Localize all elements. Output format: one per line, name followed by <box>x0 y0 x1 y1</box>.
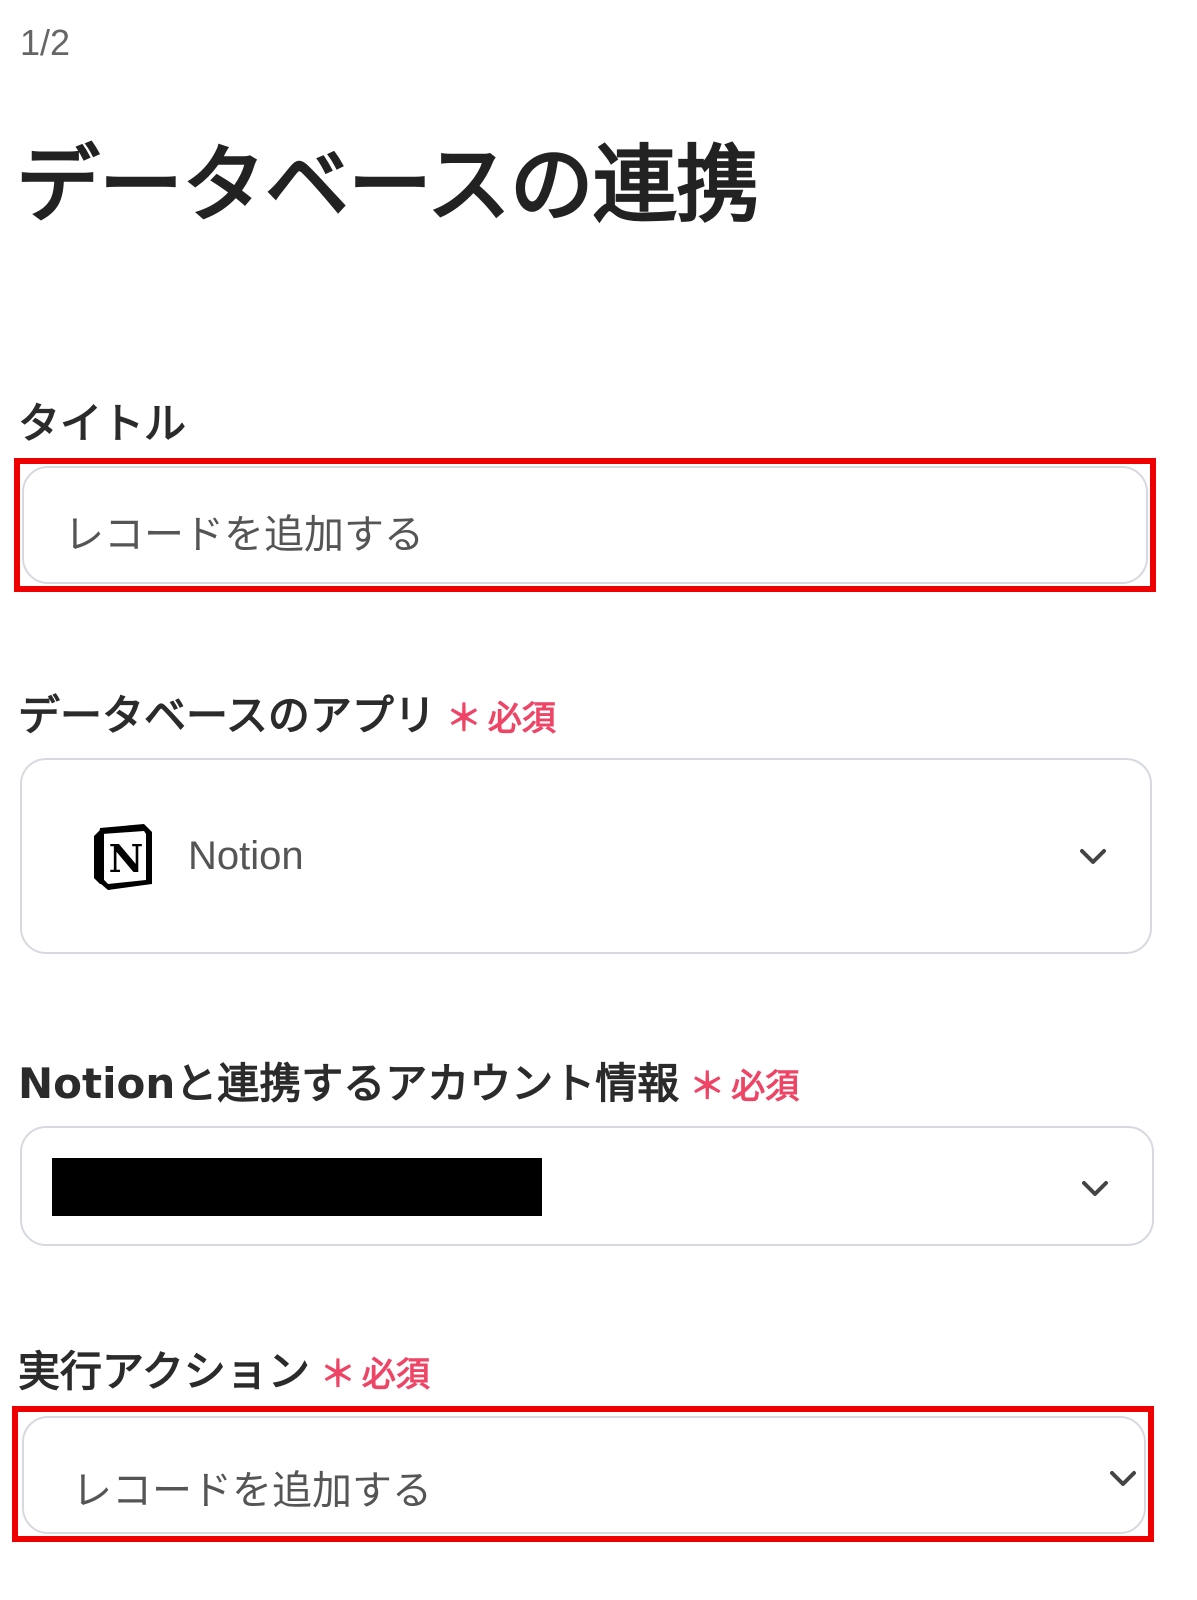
database-app-label-text: データベースのアプリ <box>18 691 436 740</box>
required-text: 必須 <box>487 699 556 739</box>
chevron-down-icon <box>1110 1471 1136 1486</box>
required-asterisk: ＊ <box>319 1354 356 1395</box>
action-label: 実行アクション ＊必須 <box>18 1338 430 1399</box>
page-title: データベースの連携 <box>16 136 760 234</box>
title-input[interactable]: レコードを追加する <box>22 466 1148 584</box>
title-input-value: レコードを追加する <box>64 512 424 558</box>
title-label-text: タイトル <box>18 399 187 448</box>
database-app-value: Notion <box>188 834 304 878</box>
database-app-select[interactable]: N Notion <box>20 758 1152 954</box>
svg-text:N: N <box>109 836 144 881</box>
step-indicator: 1/2 <box>20 22 71 63</box>
required-asterisk: ＊ <box>445 698 482 739</box>
action-label-text: 実行アクション <box>18 1347 310 1396</box>
chevron-down-icon <box>1080 849 1106 864</box>
required-badge: ＊必須 <box>689 1057 799 1109</box>
action-select-value: レコードを追加する <box>72 1468 432 1514</box>
chevron-down-icon <box>1082 1181 1108 1196</box>
required-badge: ＊必須 <box>320 1345 430 1397</box>
account-label-text: Notionと連携するアカウント情報 <box>18 1059 680 1108</box>
required-badge: ＊必須 <box>446 689 556 741</box>
title-field-label: タイトル <box>18 390 186 451</box>
database-app-label: データベースのアプリ ＊必須 <box>18 682 556 743</box>
required-asterisk: ＊ <box>689 1066 726 1107</box>
account-select[interactable] <box>20 1126 1154 1246</box>
action-select[interactable]: レコードを追加する <box>22 1416 1146 1534</box>
required-text: 必須 <box>361 1355 430 1395</box>
notion-logo-icon: N <box>94 824 152 890</box>
redacted-account-block <box>52 1158 542 1216</box>
account-label: Notionと連携するアカウント情報 ＊必須 <box>18 1050 799 1111</box>
required-text: 必須 <box>731 1067 800 1107</box>
